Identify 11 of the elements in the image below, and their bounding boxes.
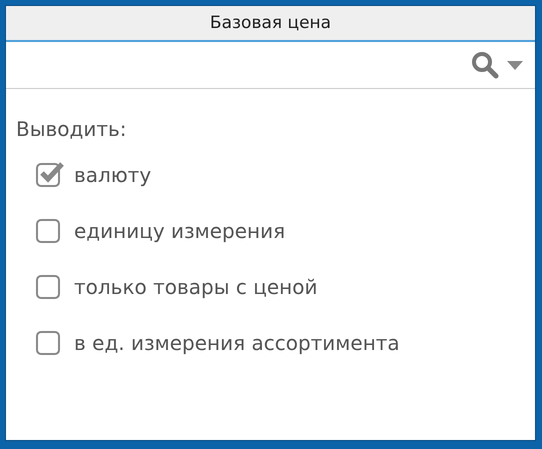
checkbox-label[interactable]: в ед. измерения ассортимента [74,331,400,355]
checkbox[interactable] [36,331,60,355]
checkbox-label[interactable]: валюту [74,163,152,187]
checkbox-label[interactable]: единицу измерения [74,219,286,243]
panel-title: Базовая цена [210,13,332,33]
caret-icon[interactable] [507,60,523,70]
checkbox[interactable] [36,275,60,299]
checkbox[interactable] [36,219,60,243]
search-icon[interactable] [471,51,499,79]
checkbox-label[interactable]: только товары с ценой [74,275,318,299]
section-label: Выводить: [16,117,128,141]
